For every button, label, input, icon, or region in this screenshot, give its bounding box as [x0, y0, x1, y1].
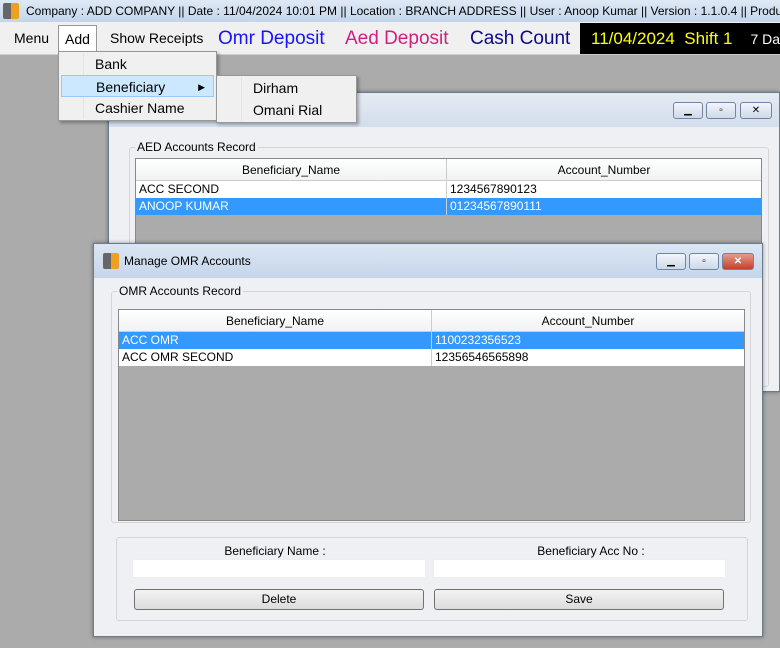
submenu-arrow-icon: ▶: [198, 82, 205, 92]
close-button[interactable]: ✕: [722, 253, 754, 270]
title-text: Company : ADD COMPANY || Date : 11/04/20…: [26, 4, 780, 18]
beneficiary-submenu: Dirham Omani Rial: [216, 75, 357, 123]
days-text: 7 Days: [750, 31, 780, 47]
beneficiary-name-input[interactable]: [132, 559, 426, 578]
column-header[interactable]: Account_Number: [432, 310, 744, 331]
window-icon: [103, 253, 119, 269]
table-row[interactable]: ACC SECOND 1234567890123: [136, 181, 761, 198]
entry-panel: Beneficiary Name : Beneficiary Acc No : …: [116, 537, 748, 621]
table-row-selected[interactable]: ANOOP KUMAR 01234567890111: [136, 198, 761, 215]
beneficiary-name-label: Beneficiary Name :: [224, 544, 326, 558]
column-header[interactable]: Beneficiary_Name: [119, 310, 432, 331]
cell: ANOOP KUMAR: [136, 198, 447, 215]
cell: 12356546565898: [435, 350, 529, 364]
group-label: OMR Accounts Record: [117, 284, 244, 298]
date-shift-display: 11/04/2024 Shift 1 7 Days: [580, 23, 780, 54]
app-icon: [3, 3, 19, 19]
cell: 1234567890123: [450, 182, 537, 196]
add-dropdown-menu: Bank Beneficiary ▶ Cashier Name: [58, 51, 217, 121]
maximize-button[interactable]: ▫: [706, 102, 736, 119]
menu-omr-deposit[interactable]: Omr Deposit: [212, 22, 331, 55]
date-text: 11/04/2024: [591, 29, 675, 48]
menu-menu[interactable]: Menu: [8, 22, 55, 55]
save-button[interactable]: Save: [434, 589, 724, 610]
minimize-button[interactable]: ▁: [656, 253, 686, 270]
omr-accounts-group: OMR Accounts Record Beneficiary_Name Acco…: [111, 284, 751, 523]
menu-item-omani-rial[interactable]: Omani Rial: [219, 99, 355, 121]
app-title-bar: Company : ADD COMPANY || Date : 11/04/20…: [0, 0, 780, 22]
table-row-selected[interactable]: ACC OMR 1100232356523: [119, 332, 744, 349]
beneficiary-acc-input[interactable]: [433, 559, 726, 578]
omr-accounts-window: Manage OMR Accounts ▁ ▫ ✕ OMR Accounts R…: [93, 243, 763, 637]
cell: ACC SECOND: [136, 181, 447, 198]
menu-item-dirham[interactable]: Dirham: [219, 77, 355, 99]
beneficiary-acc-label: Beneficiary Acc No :: [537, 544, 645, 558]
menu-item-label: Beneficiary: [96, 79, 166, 95]
menu-item-bank[interactable]: Bank: [61, 53, 214, 75]
menu-cash-count[interactable]: Cash Count: [464, 22, 576, 55]
cell: 01234567890111: [450, 199, 542, 213]
close-button[interactable]: ✕: [740, 102, 772, 119]
cell: ACC OMR: [119, 332, 432, 349]
menu-item-cashier-name[interactable]: Cashier Name: [61, 97, 214, 119]
delete-button[interactable]: Delete: [134, 589, 424, 610]
column-header[interactable]: Beneficiary_Name: [136, 159, 447, 180]
window-title: Manage OMR Accounts: [124, 254, 251, 268]
column-header[interactable]: Account_Number: [447, 159, 761, 180]
omr-accounts-grid[interactable]: Beneficiary_Name Account_Number ACC OMR 11…: [118, 309, 745, 521]
minimize-button[interactable]: ▁: [673, 102, 703, 119]
cell: ACC OMR SECOND: [119, 349, 432, 366]
cell: 1100232356523: [435, 333, 521, 347]
maximize-button[interactable]: ▫: [689, 253, 719, 270]
shift-text: Shift 1: [684, 29, 733, 48]
table-row[interactable]: ACC OMR SECOND 12356546565898: [119, 349, 744, 366]
group-label: AED Accounts Record: [135, 140, 258, 154]
menu-item-beneficiary[interactable]: Beneficiary ▶: [61, 75, 214, 97]
menu-aed-deposit[interactable]: Aed Deposit: [339, 22, 455, 55]
